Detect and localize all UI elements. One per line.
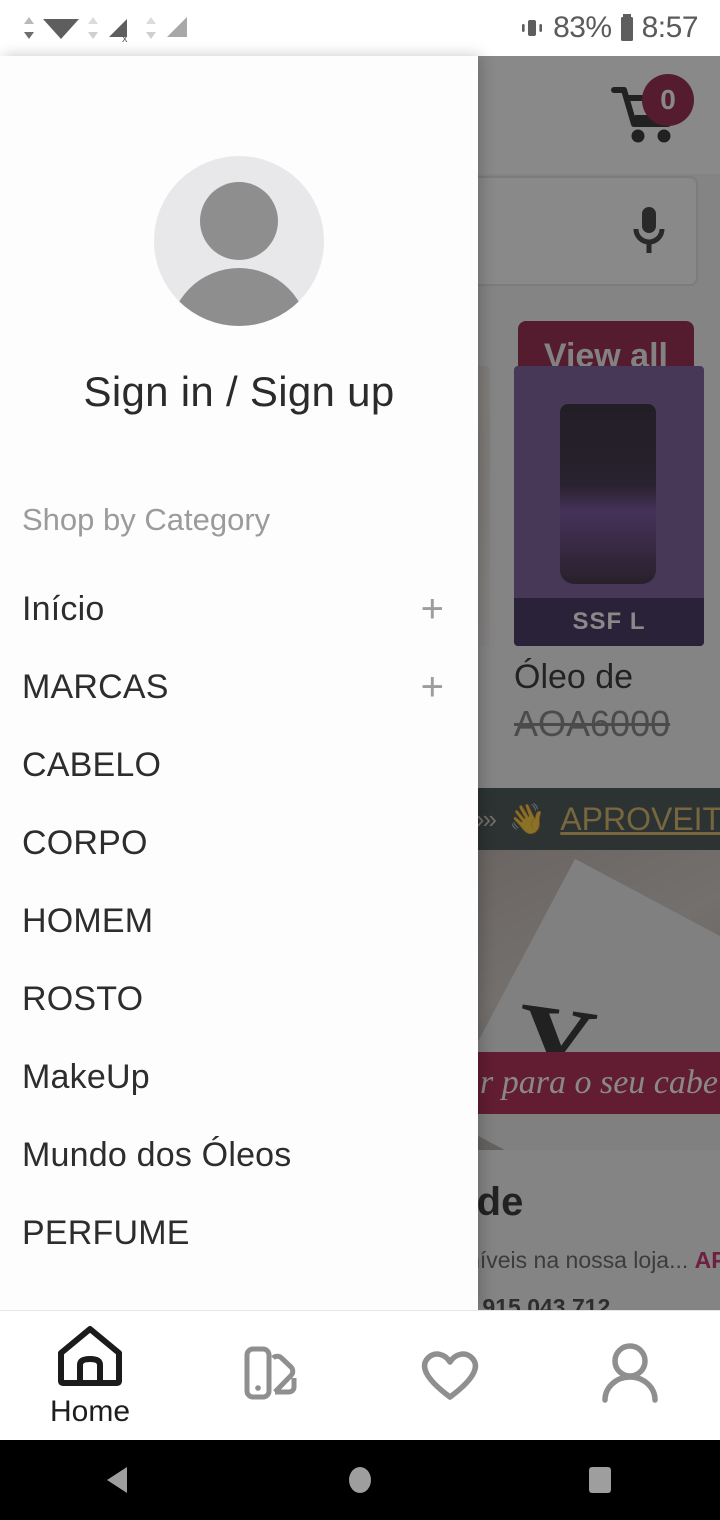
category-label: Início bbox=[22, 589, 105, 628]
battery-icon bbox=[620, 14, 633, 41]
catalog-palette-icon bbox=[244, 1346, 297, 1399]
category-label: HOMEM bbox=[22, 901, 154, 940]
category-item-inicio[interactable]: Início + bbox=[0, 570, 478, 648]
category-item-cabelo[interactable]: CABELO bbox=[0, 726, 478, 804]
nav-item-wishlist[interactable] bbox=[360, 1311, 540, 1440]
data-transfer-arrows-icon bbox=[146, 17, 156, 39]
category-item-rosto[interactable]: ROSTO bbox=[0, 960, 478, 1038]
navigation-drawer: Sign in / Sign up Shop by Category Iníci… bbox=[0, 56, 478, 1310]
heart-icon bbox=[421, 1350, 479, 1400]
data-transfer-arrows-icon bbox=[88, 17, 98, 39]
sign-in-sign-up-link[interactable]: Sign in / Sign up bbox=[0, 368, 478, 416]
battery-percent-label: 83% bbox=[553, 11, 612, 44]
android-home-button[interactable] bbox=[330, 1450, 390, 1510]
home-icon bbox=[58, 1325, 122, 1386]
home-circle-icon bbox=[349, 1467, 371, 1493]
nav-item-home-label: Home bbox=[49, 1394, 131, 1428]
phone-screen: x 83% 8:57 OS bbox=[0, 0, 720, 1520]
category-list: Início + MARCAS + CABELO CORPO HOMEM ROS… bbox=[0, 570, 478, 1272]
bottom-navigation-bar: Home bbox=[0, 1310, 720, 1440]
nav-item-catalog[interactable] bbox=[180, 1311, 360, 1440]
category-item-corpo[interactable]: CORPO bbox=[0, 804, 478, 882]
category-item-marcas[interactable]: MARCAS + bbox=[0, 648, 478, 726]
category-item-homem[interactable]: HOMEM bbox=[0, 882, 478, 960]
category-label: CORPO bbox=[22, 823, 148, 862]
expand-plus-icon[interactable]: + bbox=[421, 589, 444, 629]
status-bar: x 83% 8:57 bbox=[0, 0, 720, 56]
category-label: MakeUp bbox=[22, 1057, 150, 1096]
wifi-icon bbox=[43, 19, 79, 39]
avatar-body bbox=[169, 268, 309, 326]
svg-text:x: x bbox=[122, 33, 128, 45]
category-label: CABELO bbox=[22, 745, 162, 784]
avatar-head bbox=[200, 182, 278, 260]
nav-item-home[interactable]: Home bbox=[0, 1311, 180, 1440]
back-triangle-icon bbox=[107, 1467, 127, 1493]
category-item-mundo-dos-oleos[interactable]: Mundo dos Óleos bbox=[0, 1116, 478, 1194]
nav-item-account[interactable] bbox=[540, 1311, 720, 1440]
category-label: PERFUME bbox=[22, 1213, 190, 1252]
category-item-perfume[interactable]: PERFUME bbox=[0, 1194, 478, 1272]
clock-label: 8:57 bbox=[641, 11, 699, 44]
signal-bars-icon bbox=[167, 17, 187, 37]
account-person-icon bbox=[602, 1342, 658, 1403]
android-back-button[interactable] bbox=[90, 1450, 150, 1510]
category-label: Mundo dos Óleos bbox=[22, 1135, 292, 1174]
android-recents-button[interactable] bbox=[570, 1450, 630, 1510]
vibrate-icon bbox=[522, 20, 543, 36]
recents-square-icon bbox=[589, 1467, 611, 1493]
category-label: ROSTO bbox=[22, 979, 144, 1018]
signal-no-sim-icon: x bbox=[109, 19, 128, 45]
default-avatar-icon[interactable] bbox=[154, 156, 324, 326]
category-label: MARCAS bbox=[22, 667, 169, 706]
status-bar-left-icons: x bbox=[22, 11, 197, 45]
shop-by-category-heading: Shop by Category bbox=[22, 502, 271, 537]
category-item-makeup[interactable]: MakeUp bbox=[0, 1038, 478, 1116]
android-navigation-bar bbox=[0, 1440, 720, 1520]
status-bar-right-icons: 83% 8:57 bbox=[517, 11, 699, 45]
data-transfer-arrows-icon bbox=[24, 17, 34, 39]
expand-plus-icon[interactable]: + bbox=[421, 667, 444, 707]
